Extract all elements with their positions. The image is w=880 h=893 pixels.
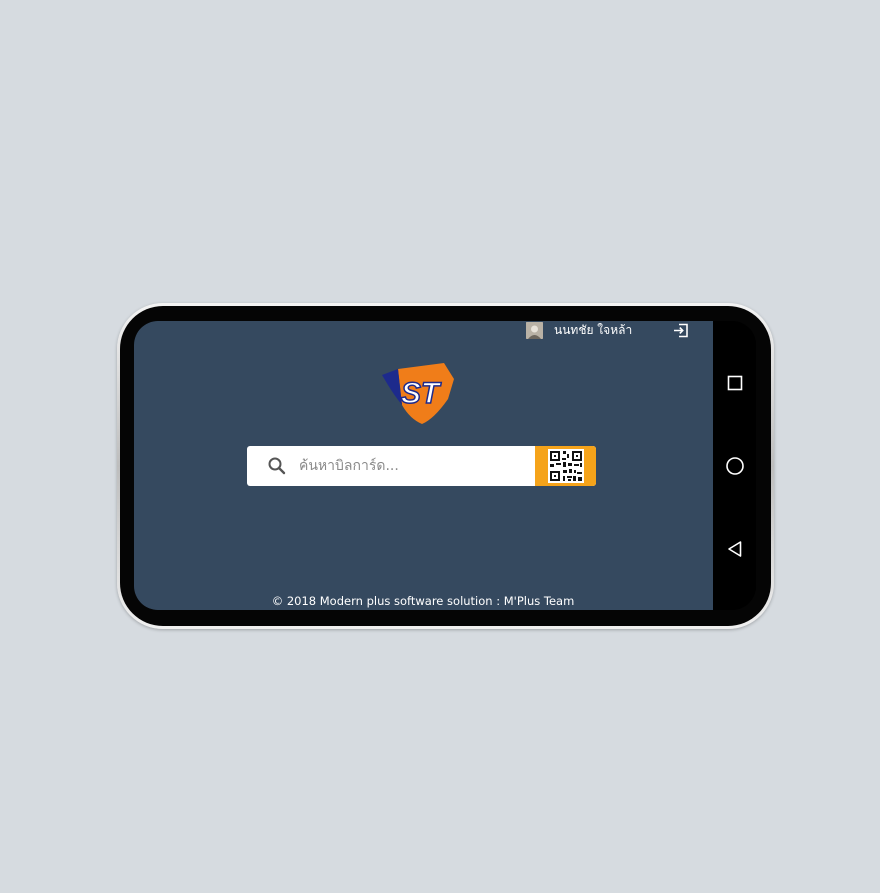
user-name: นนทชัย ใจหล้า xyxy=(554,323,633,337)
app-area: นนทชัย ใจหล้า ST ค้นหาบิลการ์ด... © 2018… xyxy=(134,321,713,610)
qr-scan-button[interactable] xyxy=(535,446,596,486)
logout-button[interactable] xyxy=(671,322,690,339)
search-icon[interactable] xyxy=(267,456,287,476)
logo-text: ST xyxy=(401,377,442,410)
recents-button[interactable] xyxy=(713,363,756,403)
footer-copyright: © 2018 Modern plus software solution : M… xyxy=(271,594,575,608)
android-nav-bar xyxy=(713,321,756,610)
back-button[interactable] xyxy=(713,529,756,569)
circle-icon xyxy=(725,457,744,475)
st-logo: ST xyxy=(382,361,462,425)
home-button[interactable] xyxy=(713,446,756,486)
search-bar xyxy=(247,446,596,486)
qr-code-icon xyxy=(547,449,584,483)
triangle-back-icon xyxy=(727,541,741,557)
device-screen: นนทชัย ใจหล้า ST ค้นหาบิลการ์ด... © 2018… xyxy=(134,321,756,610)
logo-shield-icon: ST xyxy=(382,363,454,424)
search-input[interactable] xyxy=(299,446,531,486)
avatar-image xyxy=(526,322,543,339)
square-icon xyxy=(727,375,742,391)
logout-icon xyxy=(673,323,688,338)
user-avatar[interactable] xyxy=(526,322,543,339)
